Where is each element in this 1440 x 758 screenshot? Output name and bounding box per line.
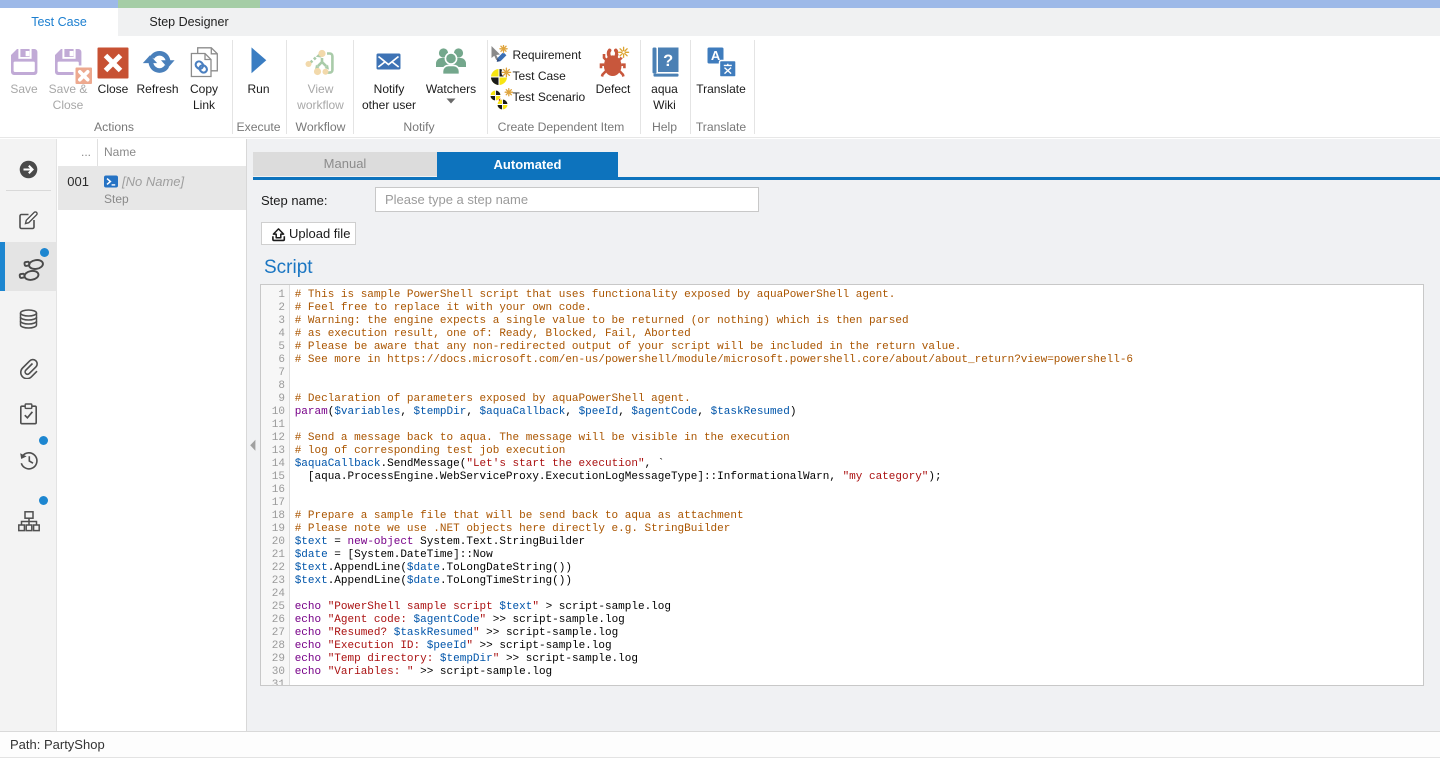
svg-text:A: A (711, 48, 721, 63)
svg-text:?: ? (663, 52, 673, 70)
